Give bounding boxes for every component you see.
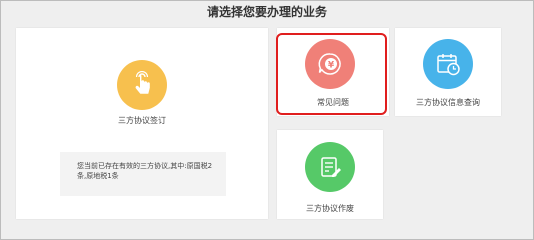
tripartite-void-icon-circle [305, 142, 355, 192]
agreement-notice: 您当前已存在有效的三方协议,其中:原国税2条,原地税1条 [60, 152, 226, 196]
tripartite-query-card[interactable]: 三方协议信息查询 [395, 28, 501, 116]
document-pen-icon [321, 157, 341, 177]
tripartite-void-card[interactable]: 三方协议作废 [277, 130, 383, 219]
page-title: 请选择您要办理的业务 [206, 5, 327, 19]
tripartite-query-label: 三方协议信息查询 [416, 98, 480, 107]
hand-pointer-icon [135, 71, 150, 94]
tripartite-query-icon-circle [423, 39, 473, 89]
faq-highlight-box [276, 33, 387, 115]
tripartite-sign-icon-circle [117, 60, 167, 110]
tripartite-sign-label: 三方协议签订 [118, 116, 166, 125]
tripartite-void-label: 三方协议作废 [306, 204, 354, 213]
calendar-clock-icon [437, 54, 460, 76]
